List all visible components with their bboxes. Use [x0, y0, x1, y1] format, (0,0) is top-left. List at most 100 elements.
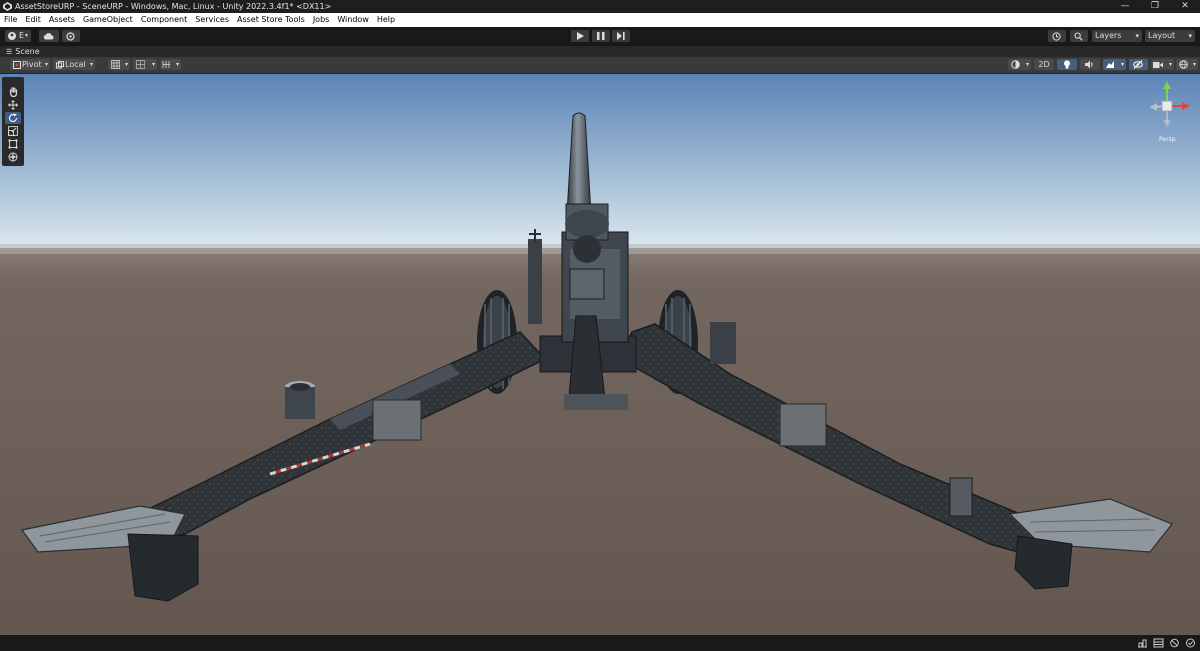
increment-snapping-dropdown[interactable]: ▾	[160, 59, 181, 70]
chevron-down-icon: ▾	[1120, 61, 1124, 68]
pivot-label: Pivot	[22, 60, 42, 69]
snap-increment-icon	[162, 61, 170, 68]
rotate-tool-button[interactable]	[5, 112, 21, 124]
gizmos-dropdown[interactable]: ▾	[1176, 59, 1198, 70]
scene-visibility-toggle[interactable]	[1129, 59, 1148, 70]
shading-mode-dropdown[interactable]: ▾	[1008, 59, 1031, 70]
menu-file[interactable]: File	[0, 13, 21, 27]
rect-transform-icon	[8, 139, 18, 149]
chevron-down-icon: ▾	[151, 61, 155, 68]
camera-dropdown[interactable]: ▾	[1151, 59, 1174, 70]
grid-icon	[136, 60, 145, 69]
eye-slash-icon	[1133, 60, 1143, 69]
menu-assets[interactable]: Assets	[45, 13, 79, 27]
history-button[interactable]	[1048, 30, 1066, 42]
menu-help[interactable]: Help	[373, 13, 399, 27]
rect-tool-button[interactable]	[5, 138, 21, 150]
pause-button[interactable]	[592, 30, 610, 42]
layers-label: Layers	[1095, 31, 1122, 40]
toggle-2d-label: 2D	[1038, 60, 1050, 69]
history-icon	[1052, 31, 1061, 41]
effects-dropdown[interactable]: ▾	[1103, 59, 1126, 70]
scale-tool-button[interactable]	[5, 125, 21, 137]
collab-icon	[66, 31, 75, 41]
hand-icon	[9, 87, 17, 97]
projection-label[interactable]: Persp	[1159, 136, 1176, 143]
chevron-down-icon: ▾	[1192, 61, 1196, 68]
unity-logo-icon	[3, 2, 12, 11]
menu-gameobject[interactable]: GameObject	[79, 13, 137, 27]
check-icon[interactable]	[1185, 638, 1196, 648]
window-controls: — ❐ ✕	[1110, 0, 1200, 13]
search-button[interactable]	[1070, 30, 1088, 42]
maximize-button[interactable]: ❐	[1140, 0, 1170, 13]
menu-jobs[interactable]: Jobs	[309, 13, 334, 27]
effects-icon	[1106, 61, 1114, 68]
tool-palette	[2, 77, 24, 166]
grid-snap-icon	[111, 60, 120, 69]
chevron-down-icon: ▾	[89, 61, 93, 68]
chevron-down-icon: ▾	[1135, 32, 1139, 40]
local-label: Local	[65, 60, 86, 69]
progress-spinner-icon[interactable]	[1169, 638, 1180, 648]
scene-tab-label: Scene	[15, 47, 40, 56]
window-title: AssetStoreURP - SceneURP - Windows, Mac,…	[15, 2, 332, 11]
cloud-icon	[43, 33, 54, 40]
network-icon[interactable]	[1137, 638, 1148, 648]
scene-view-toolbar: Pivot ▾ Local ▾ ▾ ▾ ▾ ▾ 2D ▾ ▾ ▾	[0, 57, 1200, 74]
rotate-icon	[8, 113, 18, 122]
chevron-down-icon: ▾	[1188, 32, 1192, 40]
menu-bar: File Edit Assets GameObject Component Se…	[0, 13, 1200, 27]
main-toolbar: E ▾ Layers ▾ Layout ▾	[0, 27, 1200, 45]
view-tool-button[interactable]	[5, 86, 21, 98]
orientation-gizmo[interactable]: Persp	[1138, 80, 1192, 146]
gizmos-globe-icon	[1179, 60, 1188, 69]
scene-render[interactable]	[0, 74, 1200, 635]
lighting-toggle[interactable]	[1057, 59, 1077, 70]
chevron-down-icon: ▾	[124, 61, 128, 68]
close-button[interactable]: ✕	[1170, 0, 1200, 13]
play-button[interactable]	[571, 30, 589, 42]
layers-dropdown[interactable]: Layers ▾	[1092, 30, 1142, 42]
chevron-down-icon: ▾	[1168, 61, 1172, 68]
layout-dropdown[interactable]: Layout ▾	[1145, 30, 1195, 42]
lightbulb-icon	[1064, 60, 1070, 69]
scene-tab-icon: ☰	[6, 48, 13, 56]
menu-services[interactable]: Services	[191, 13, 233, 27]
menu-asset-store-tools[interactable]: Asset Store Tools	[233, 13, 309, 27]
grid-visibility-dropdown[interactable]: ▾	[133, 59, 157, 70]
scene-viewport[interactable]	[0, 74, 1200, 635]
search-icon	[1074, 31, 1083, 41]
move-arrows-icon	[8, 100, 18, 110]
account-dropdown[interactable]: E ▾	[5, 30, 31, 42]
menu-component[interactable]: Component	[137, 13, 191, 27]
account-icon	[8, 32, 16, 40]
transform-tool-button[interactable]	[5, 151, 21, 163]
pivot-dropdown[interactable]: Pivot ▾	[10, 59, 50, 70]
minimize-button[interactable]: —	[1110, 0, 1140, 13]
transform-icon	[8, 152, 18, 162]
cloud-button[interactable]	[39, 30, 59, 42]
account-label: E	[19, 31, 25, 40]
collab-button[interactable]	[62, 30, 80, 42]
local-dropdown[interactable]: Local ▾	[53, 59, 95, 70]
chevron-down-icon: ▾	[1025, 61, 1029, 68]
chevron-down-icon: ▾	[44, 61, 48, 68]
chevron-down-icon: ▾	[25, 32, 29, 39]
toggle-2d-button[interactable]: 2D	[1034, 59, 1054, 70]
status-bar	[0, 635, 1200, 651]
move-tool-button[interactable]	[5, 99, 21, 111]
menu-edit[interactable]: Edit	[21, 13, 45, 27]
menu-window[interactable]: Window	[333, 13, 373, 27]
speaker-icon	[1085, 60, 1093, 69]
grid-snapping-dropdown[interactable]: ▾	[108, 59, 130, 70]
axis-gizmo-icon: Persp	[1149, 81, 1190, 143]
chevron-down-icon: ▾	[175, 61, 179, 68]
shading-sphere-icon	[1011, 60, 1020, 69]
pause-icon	[597, 32, 605, 40]
audio-toggle[interactable]	[1080, 59, 1100, 70]
pivot-icon	[13, 60, 21, 69]
scale-icon	[8, 126, 18, 136]
step-button[interactable]	[612, 30, 630, 42]
cache-icon[interactable]	[1153, 638, 1164, 648]
